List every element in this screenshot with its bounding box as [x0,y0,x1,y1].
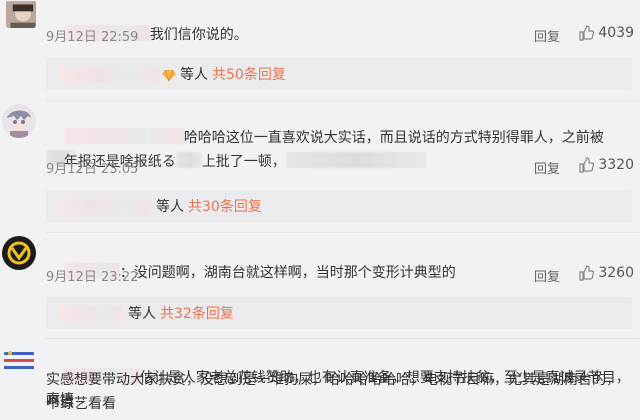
subreply-box[interactable]: 等人 共50条回复 [46,58,632,90]
subreply-prefix: 等人 [128,306,156,322]
avatar[interactable] [2,236,36,270]
avatar[interactable] [6,0,36,28]
comment-date: 9月12日 22:59 [46,30,139,45]
comment-date: 9月12日 23:22 [46,270,139,285]
subreply-box[interactable]: 等人 共30条回复 [46,190,632,222]
reply-button[interactable]: 回复 [534,26,560,45]
diamond-badge-icon [162,69,176,82]
like-count: 3320 [598,157,634,173]
like-button[interactable]: 3320 [578,157,634,173]
redacted-username [60,199,150,215]
thumbs-up-icon [579,157,595,173]
thumbs-up-icon [579,265,595,281]
like-button[interactable]: 3260 [578,265,634,281]
thumbs-up-icon [579,25,595,41]
subreply-count-link[interactable]: 共30条回复 [188,198,262,216]
like-count: 3260 [598,265,634,281]
subreply-count-link[interactable]: 共32条回复 [160,305,234,323]
comment-date: 9月12日 23:05 [46,162,139,177]
avatar[interactable] [2,104,36,138]
subreply-count-link[interactable]: 共50条回复 [212,66,286,84]
subreply-prefix: 等人 [180,67,208,83]
redacted-username [60,67,160,83]
subreply-box[interactable]: 等人 共32条回复 [46,297,632,329]
reply-button[interactable]: 回复 [534,266,560,285]
like-button[interactable]: 4039 [578,25,634,41]
divider [46,100,640,101]
subreply-prefix: 等人 [156,199,184,215]
redacted-username [60,306,122,322]
divider [46,338,640,339]
avatar[interactable] [2,344,36,378]
reply-button[interactable]: 回复 [534,158,560,177]
like-count: 4039 [598,25,634,41]
divider [46,232,640,233]
comment-text-line3: 个综艺看看 [46,396,116,412]
